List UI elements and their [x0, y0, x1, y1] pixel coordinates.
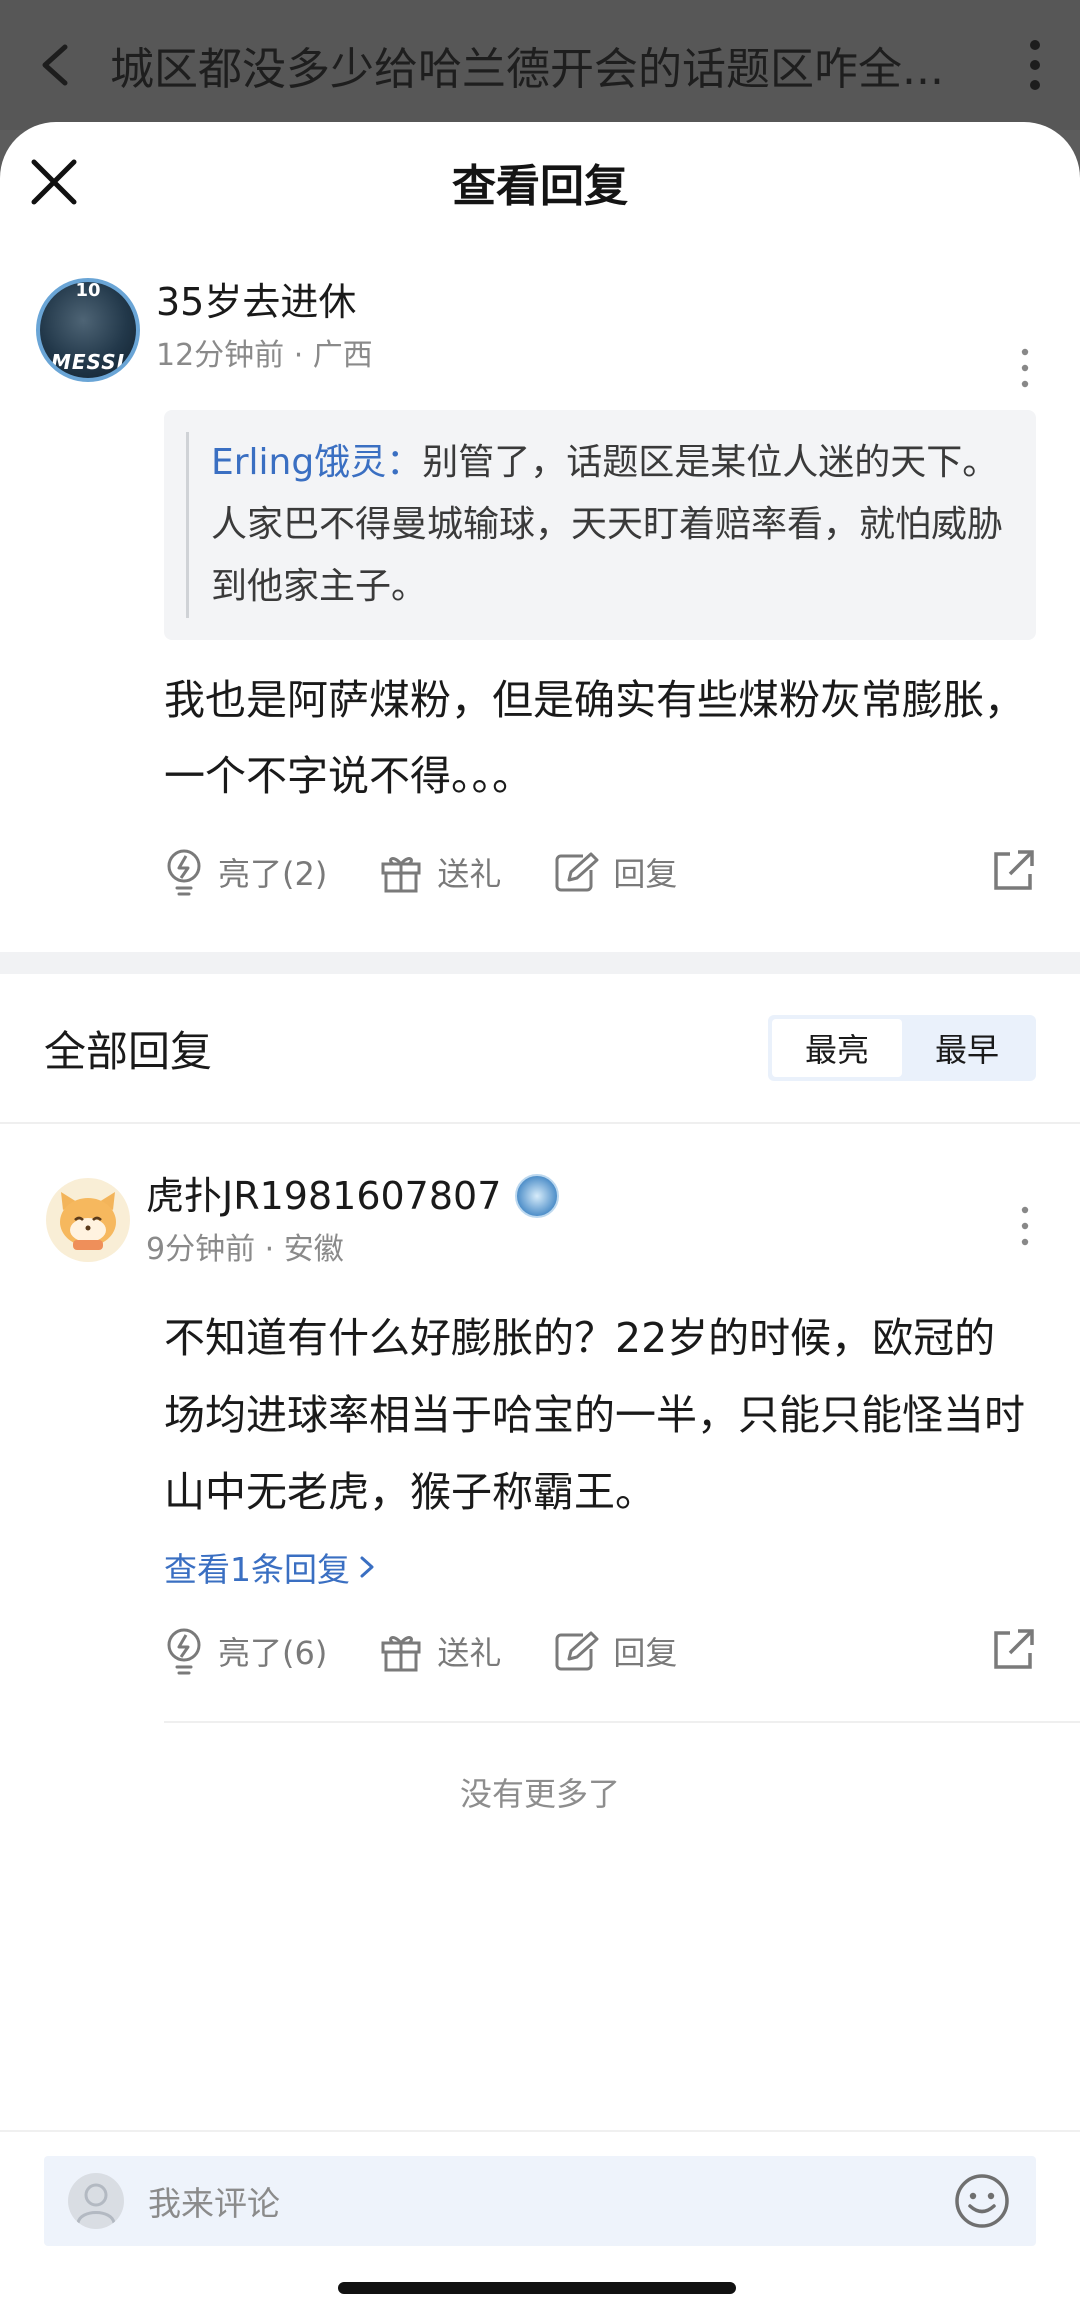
sort-option-earliest[interactable]: 最早: [902, 1019, 1032, 1077]
sort-option-brightest[interactable]: 最亮: [772, 1019, 902, 1077]
share-icon: [994, 1629, 1034, 1669]
back-button[interactable]: [0, 0, 110, 130]
gift-icon: [381, 1636, 421, 1672]
comment-body: 我也是阿萨煤粉，但是确实有些煤粉灰常膨胀，一个不字说不得。。。: [164, 676, 1025, 800]
close-button[interactable]: [22, 150, 86, 214]
share-button[interactable]: [990, 848, 1036, 898]
replies-sheet: 查看回复 10 MESSI 35岁去进休 12分钟前 · 广西 Erling饿灵…: [0, 122, 1080, 2308]
sort-toggle: 最亮 最早: [768, 1015, 1036, 1081]
more-vertical-icon: [1030, 40, 1040, 90]
like-label: 亮了(2): [218, 855, 328, 893]
reply-button[interactable]: 回复: [553, 1628, 677, 1674]
comment-placeholder: 我来评论: [148, 2184, 280, 2223]
comment-actions: 亮了(2) 送礼 回复: [164, 842, 1036, 902]
username-row: 虎扑JR1981607807: [146, 1172, 1036, 1220]
gift-button[interactable]: 送礼: [379, 849, 501, 895]
reply-actions: 亮了(6) 送礼 回复: [164, 1621, 1036, 1681]
user-icon: [76, 2183, 116, 2224]
share-button[interactable]: [990, 1627, 1036, 1677]
more-vertical-icon: [1021, 1206, 1029, 1246]
like-button[interactable]: 亮了(2): [164, 848, 327, 896]
all-replies-bar: 全部回复 最亮 最早: [0, 974, 1080, 1124]
main-comment: 10 MESSI 35岁去进休 12分钟前 · 广西 Erling饿灵：别管了，…: [0, 242, 1080, 902]
no-more-label: 没有更多了: [459, 1775, 620, 1813]
list-divider: [164, 1721, 1080, 1723]
gift-button[interactable]: 送礼: [379, 1628, 501, 1674]
close-icon: [31, 159, 77, 205]
sheet-header: 查看回复: [0, 122, 1080, 242]
underlying-page-title: 城区都没多少给哈兰德开会的话题区咋全...: [110, 44, 944, 95]
reply-body: 不知道有什么好膨胀的？22岁的时候，欧冠的场均进球率相当于哈宝的一半，只能只能怪…: [164, 1314, 1025, 1516]
reply-more-button[interactable]: [1010, 1196, 1040, 1256]
like-button[interactable]: 亮了(6): [164, 1627, 327, 1675]
more-vertical-icon: [1021, 348, 1029, 388]
edit-icon: [555, 1631, 599, 1671]
section-divider: [0, 952, 1080, 974]
reply-header: 虎扑JR1981607807 9分钟前 · 安徽: [36, 1124, 1036, 1268]
avatar-number: 10: [75, 280, 101, 301]
sheet-title: 查看回复: [452, 161, 628, 212]
reply-label: 回复: [613, 1634, 678, 1672]
avatar[interactable]: 10 MESSI: [36, 278, 140, 382]
comment-input[interactable]: 我来评论: [44, 2156, 1036, 2246]
username[interactable]: 35岁去进休: [156, 278, 1036, 326]
time-location: 12分钟前 · 广西: [156, 338, 373, 373]
reply-button[interactable]: 回复: [553, 849, 677, 895]
emoji-icon[interactable]: [952, 2171, 1012, 2231]
view-replies-link[interactable]: 查看1条回复: [164, 1543, 1036, 1591]
reply-meta: 虎扑JR1981607807 9分钟前 · 安徽: [146, 1172, 1036, 1268]
comment-meta: 35岁去进休 12分钟前 · 广西: [156, 278, 1036, 374]
gift-label: 送礼: [437, 855, 502, 893]
user-avatar-placeholder: [68, 2173, 124, 2229]
lightbulb-icon: [167, 849, 201, 896]
underlying-header: 城区都没多少给哈兰德开会的话题区咋全...: [0, 0, 1080, 130]
all-replies-title: 全部回复: [44, 1026, 213, 1076]
more-button[interactable]: [990, 0, 1080, 130]
comment-input-bar: 我来评论: [0, 2130, 1080, 2308]
cat-avatar-icon: [60, 1192, 116, 1250]
lightbulb-icon: [167, 1628, 201, 1675]
comment-header: 10 MESSI 35岁去进休 12分钟前 · 广西: [36, 242, 1036, 388]
username[interactable]: 虎扑JR1981607807: [146, 1172, 501, 1220]
time-location: 9分钟前 · 安徽: [146, 1232, 344, 1267]
quote-author[interactable]: Erling饿灵：: [211, 442, 422, 483]
chevron-left-icon: [42, 44, 68, 86]
quoted-comment: Erling饿灵：别管了，话题区是某位人迷的天下。人家巴不得曼城输球，天天盯着赔…: [164, 410, 1036, 640]
edit-icon: [555, 852, 599, 892]
gift-label: 送礼: [437, 1634, 502, 1672]
quote-text-block: Erling饿灵：别管了，话题区是某位人迷的天下。人家巴不得曼城输球，天天盯着赔…: [186, 432, 1006, 618]
gift-icon: [381, 857, 421, 893]
avatar-caption: MESSI: [50, 350, 126, 374]
comment-more-button[interactable]: [1010, 338, 1040, 398]
avatar[interactable]: [46, 1178, 130, 1262]
reply-label: 回复: [613, 855, 678, 893]
share-icon: [994, 850, 1034, 890]
view-replies-label: 查看1条回复: [164, 1550, 350, 1589]
chevron-right-icon: [360, 1556, 374, 1578]
like-label: 亮了(6): [218, 1634, 328, 1672]
user-badge-icon: [515, 1174, 560, 1218]
reply-item: 虎扑JR1981607807 9分钟前 · 安徽 不知道有什么好膨胀的？22岁的…: [0, 1124, 1080, 1681]
home-indicator[interactable]: [338, 2282, 736, 2294]
